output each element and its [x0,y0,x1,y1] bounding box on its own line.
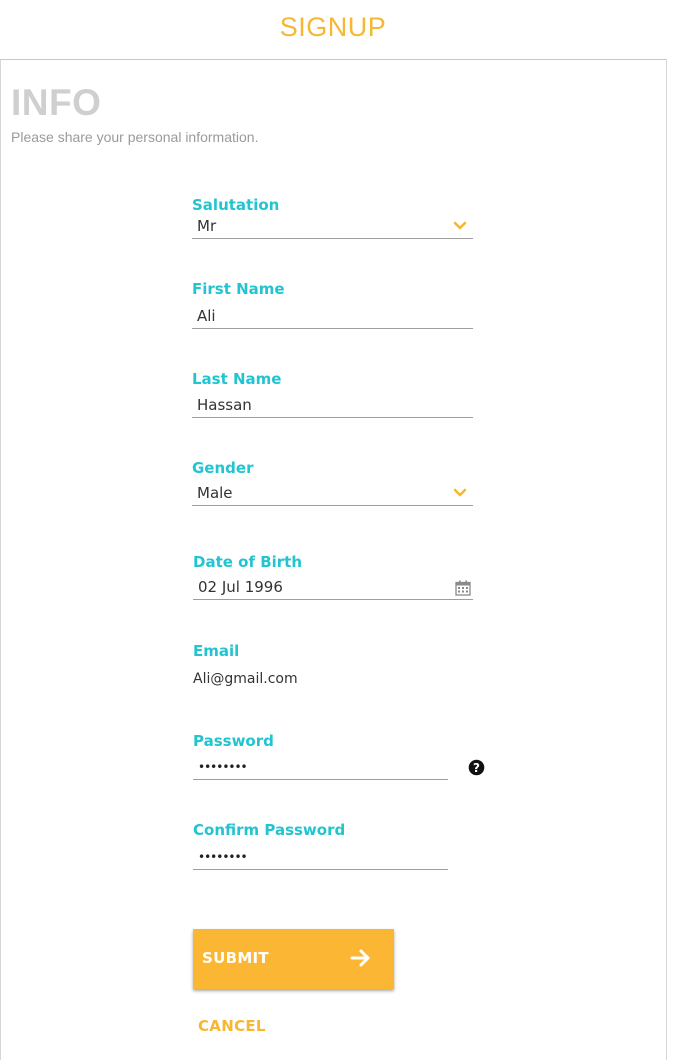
salutation-value: Mr [197,217,217,235]
dob-label: Date of Birth [193,553,303,571]
page-title: SIGNUP [279,12,387,42]
confirm-password-value: •••••••• [198,850,248,864]
arrow-right-icon [350,949,370,967]
cancel-button[interactable]: CANCEL [198,1017,266,1035]
password-input[interactable]: •••••••• [193,757,448,780]
question-circle-icon[interactable]: ? [468,759,485,776]
email-label: Email [193,642,240,660]
dob-value: 02 Jul 1996 [198,578,283,596]
chevron-down-icon [453,488,467,497]
gender-select[interactable]: Male [192,483,473,506]
salutation-label: Salutation [192,196,280,214]
submit-button[interactable]: SUBMIT [193,929,394,989]
last-name-input[interactable]: Hassan [192,395,473,418]
password-value: •••••••• [198,760,248,774]
svg-text:?: ? [473,761,480,775]
password-label: Password [193,732,274,750]
gender-value: Male [197,484,233,502]
signup-panel [0,59,667,1060]
calendar-icon[interactable] [455,580,471,596]
section-title: INFO [11,82,102,123]
submit-label: SUBMIT [202,949,269,967]
chevron-down-icon [453,221,467,230]
confirm-password-input[interactable]: •••••••• [193,847,448,870]
app-header: SIGNUP [0,0,678,60]
last-name-label: Last Name [192,370,282,388]
dob-input[interactable]: 02 Jul 1996 [193,577,473,600]
last-name-value: Hassan [197,396,252,414]
email-value: Ali@gmail.com [193,671,298,687]
salutation-select[interactable]: Mr [192,216,473,239]
first-name-input[interactable]: Ali [192,306,473,329]
section-subtitle: Please share your personal information. [11,129,259,145]
confirm-password-label: Confirm Password [193,821,346,839]
gender-label: Gender [192,459,254,477]
first-name-value: Ali [197,307,216,325]
first-name-label: First Name [192,280,285,298]
